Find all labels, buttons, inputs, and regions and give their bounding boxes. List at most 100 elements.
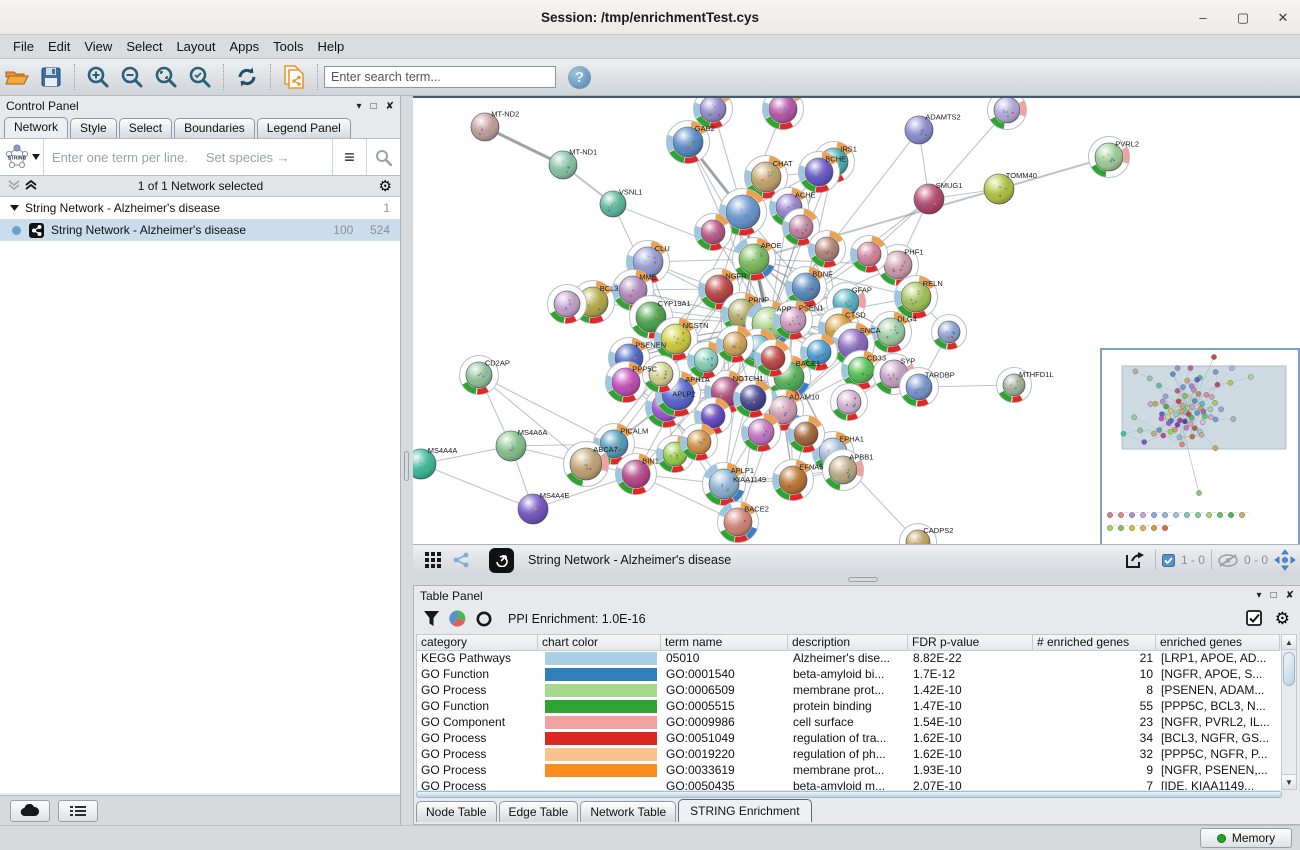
table-row[interactable]: GO ProcessGO:0006509membrane prot...1.42… xyxy=(417,683,1282,699)
cloud-button[interactable] xyxy=(10,800,50,822)
network-row[interactable]: String Network - Alzheimer's disease 100… xyxy=(0,219,400,241)
table-horizontal-scrollbar[interactable] xyxy=(416,791,1282,798)
tab-boundaries[interactable]: Boundaries xyxy=(174,118,255,138)
network-node[interactable] xyxy=(932,315,967,350)
scrollbar-thumb[interactable] xyxy=(416,791,1282,798)
network-node[interactable] xyxy=(763,98,804,130)
table-row[interactable]: GO FunctionGO:0005515protein binding1.47… xyxy=(417,699,1282,715)
memory-button[interactable]: Memory xyxy=(1200,828,1292,848)
filter-funnel-icon[interactable] xyxy=(424,611,439,626)
zoom-out-button[interactable] xyxy=(116,62,148,92)
table-row[interactable]: KEGG Pathways05010Alzheimer's dise...8.8… xyxy=(417,651,1282,667)
menu-item-view[interactable]: View xyxy=(77,37,119,56)
tab-style[interactable]: Style xyxy=(70,118,117,138)
network-node[interactable] xyxy=(695,214,732,251)
scrollbar-thumb[interactable] xyxy=(1283,652,1295,686)
export-network-button[interactable] xyxy=(1121,547,1149,573)
open-in-browser-button[interactable] xyxy=(489,548,514,573)
network-view[interactable]: MT-ND2MT-ND1VSNL1GAB2ADAMTS2PVRL2TOMM40S… xyxy=(413,96,1300,575)
column-header-FDR-p-value[interactable]: FDR p-value xyxy=(908,634,1033,651)
zoom-selected-button[interactable] xyxy=(184,62,216,92)
table-row[interactable]: GO ComponentGO:0009986cell surface1.54E-… xyxy=(417,715,1282,731)
table-row[interactable]: GO ProcessGO:0051049regulation of tra...… xyxy=(417,731,1282,747)
menu-item-edit[interactable]: Edit xyxy=(41,37,77,56)
network-node[interactable] xyxy=(831,384,868,421)
panel-menu-icon[interactable]: ▾ xyxy=(357,101,362,112)
minimize-button[interactable]: – xyxy=(1196,10,1210,25)
menu-item-apps[interactable]: Apps xyxy=(223,37,267,56)
network-node[interactable] xyxy=(809,231,846,268)
network-node[interactable] xyxy=(788,416,825,453)
column-header-enriched-genes[interactable]: enriched genes xyxy=(1156,634,1280,651)
table-row[interactable]: GO ProcessGO:0050435beta-amyloid m...2.0… xyxy=(417,779,1282,790)
network-node[interactable] xyxy=(755,340,792,377)
scroll-up-arrow[interactable]: ▲ xyxy=(1282,635,1296,650)
refresh-button[interactable] xyxy=(231,62,263,92)
share-view-button[interactable] xyxy=(447,547,475,573)
network-collection-row[interactable]: String Network - Alzheimer's disease 1 xyxy=(0,197,400,219)
tab-network[interactable]: Network xyxy=(4,117,68,138)
menu-item-help[interactable]: Help xyxy=(311,37,352,56)
birds-eye-navigator[interactable] xyxy=(1100,348,1300,547)
hidden-eye-icon[interactable] xyxy=(1218,554,1238,567)
close-button[interactable]: ✕ xyxy=(1276,10,1290,26)
network-node[interactable] xyxy=(851,236,888,273)
column-header-chart-color[interactable]: chart color xyxy=(538,634,661,651)
network-node[interactable] xyxy=(742,413,781,452)
panel-menu-icon[interactable]: ▾ xyxy=(1257,590,1262,601)
network-node[interactable] xyxy=(717,326,754,363)
table-vertical-scrollbar[interactable]: ▲ ▼ xyxy=(1281,634,1297,790)
network-node[interactable] xyxy=(734,379,773,418)
set-species-hint[interactable]: Set species → xyxy=(206,150,290,165)
close-panel-icon[interactable]: ✘ xyxy=(386,101,394,112)
network-node[interactable] xyxy=(681,424,718,461)
splitter-handle[interactable] xyxy=(404,451,409,481)
string-search-button[interactable] xyxy=(366,139,400,175)
network-from-file-button[interactable] xyxy=(278,62,310,92)
network-node[interactable] xyxy=(643,356,680,393)
close-panel-icon[interactable]: ✘ xyxy=(1286,590,1294,601)
vertical-splitter[interactable] xyxy=(401,96,413,575)
maximize-button[interactable]: ▢ xyxy=(1236,10,1250,26)
menu-item-file[interactable]: File xyxy=(6,37,41,56)
task-history-button[interactable] xyxy=(58,800,98,822)
grid-view-button[interactable] xyxy=(419,547,447,573)
menu-item-tools[interactable]: Tools xyxy=(266,37,310,56)
column-header-term-name[interactable]: term name xyxy=(661,634,788,651)
zoom-fit-button[interactable] xyxy=(150,62,182,92)
column-header-category[interactable]: category xyxy=(416,634,538,651)
string-protein-query-selector[interactable]: STRING xyxy=(0,139,44,175)
string-options-button[interactable]: ≡ xyxy=(332,139,366,175)
table-row[interactable]: GO ProcessGO:0033619membrane prot...1.93… xyxy=(417,763,1282,779)
string-query-placeholder[interactable]: Enter one term per line. xyxy=(52,150,188,165)
save-session-button[interactable] xyxy=(35,62,67,92)
tab-network-table[interactable]: Network Table xyxy=(580,801,676,822)
tab-string-enrichment[interactable]: STRING Enrichment xyxy=(678,799,811,822)
column-header-description[interactable]: description xyxy=(788,634,908,651)
menu-item-select[interactable]: Select xyxy=(119,37,169,56)
help-button[interactable]: ? xyxy=(568,66,591,89)
pan-compass-icon[interactable] xyxy=(1274,549,1296,571)
network-node[interactable] xyxy=(548,285,587,324)
selected-checkbox-icon[interactable] xyxy=(1162,554,1175,567)
float-panel-icon[interactable]: □ xyxy=(1271,590,1277,601)
zoom-in-button[interactable] xyxy=(82,62,114,92)
tree-expand-icon[interactable] xyxy=(10,204,19,212)
open-session-button[interactable] xyxy=(1,62,33,92)
tab-legend-panel[interactable]: Legend Panel xyxy=(257,118,351,138)
table-row[interactable]: GO ProcessGO:0019220regulation of ph...1… xyxy=(417,747,1282,763)
remove-chart-icon[interactable] xyxy=(476,611,492,627)
gear-icon[interactable]: ⚙ xyxy=(1275,609,1290,629)
splitter-handle[interactable] xyxy=(848,577,878,582)
chart-settings-icon[interactable] xyxy=(449,610,466,627)
tab-node-table[interactable]: Node Table xyxy=(416,801,497,822)
tab-edge-table[interactable]: Edge Table xyxy=(499,801,579,822)
select-all-checkbox-icon[interactable] xyxy=(1246,610,1263,627)
horizontal-splitter[interactable] xyxy=(413,575,1300,585)
scroll-down-arrow[interactable]: ▼ xyxy=(1282,774,1296,789)
tab-select[interactable]: Select xyxy=(119,118,172,138)
column-header--enriched-genes[interactable]: # enriched genes xyxy=(1033,634,1156,651)
table-row[interactable]: GO FunctionGO:0001540beta-amyloid bi...1… xyxy=(417,667,1282,683)
menu-item-layout[interactable]: Layout xyxy=(169,37,222,56)
search-input[interactable] xyxy=(324,66,556,88)
